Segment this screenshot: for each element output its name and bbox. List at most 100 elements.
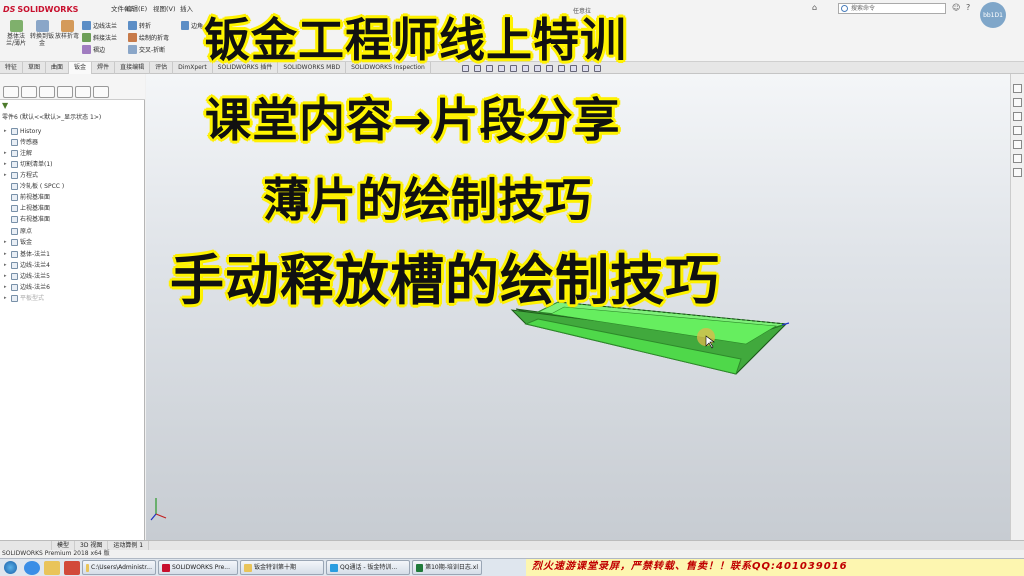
design-library-icon[interactable] (1013, 98, 1022, 107)
corners-button[interactable]: 边角 (181, 19, 203, 31)
search-input[interactable]: 搜索命令 (838, 3, 946, 14)
tree-item-annotations[interactable]: ▸ 注解 (4, 149, 32, 158)
lofted-bend-button[interactable]: 放样折弯 (55, 20, 79, 40)
edge-flange-icon (11, 273, 18, 280)
tree-item-edge-flange-5[interactable]: ▸ 边线-法兰5 (4, 272, 50, 281)
avatar[interactable]: bb1D1 (980, 2, 1006, 28)
expand-icon: ▸ (4, 262, 7, 268)
forum-icon[interactable] (1013, 168, 1022, 177)
taskbar-item-explorer[interactable]: C:\Users\Administr... (82, 560, 156, 575)
taskbar-item-qq[interactable]: QQ通话 - 钣金特训... (326, 560, 410, 575)
appearances-icon[interactable] (1013, 140, 1022, 149)
overlay-title-line4: 手动释放槽的绘制技巧 (170, 249, 720, 312)
dimxpert-icon[interactable] (57, 86, 73, 98)
folder-icon (244, 563, 252, 572)
edge-flange-button[interactable]: 边线法兰 (82, 19, 126, 31)
history-icon (11, 128, 18, 135)
menu-insert[interactable]: 插入 (180, 3, 193, 13)
convert-to-sheetmetal-button[interactable]: 转换到钣金 (30, 20, 54, 47)
logo-text: SOLIDWORKS (17, 4, 79, 14)
filter-icon[interactable]: ▼ (2, 101, 8, 110)
hem-button[interactable]: 褶边 (82, 43, 126, 55)
cross-break-button[interactable]: 交叉-折断 (128, 43, 178, 55)
help-icon[interactable]: ? (966, 3, 970, 12)
taskbar-item-solidworks[interactable]: SOLIDWORKS Pre... (158, 560, 238, 575)
more-icon[interactable] (93, 86, 109, 98)
file-explorer-icon[interactable] (1013, 112, 1022, 121)
tree-item-cut-list[interactable]: ▸ 切割清单(1) (4, 160, 53, 169)
copyright-notice: 烈火速游课堂录屏，严禁转载、售卖！！联系QQ:401039016 (526, 559, 1024, 576)
taskbar-item-excel[interactable]: 第10期-培训日志.xl (412, 560, 482, 575)
folder-icon (86, 563, 90, 572)
tree-root[interactable]: 零件6 (默认<<默认>_显示状态 1>) (2, 112, 101, 121)
base-flange-icon (9, 20, 23, 32)
tree-item-equations[interactable]: ▸ 方程式 (4, 171, 38, 180)
media-icon[interactable] (64, 560, 80, 575)
tab-direct-editing[interactable]: 直接编辑 (115, 62, 151, 74)
configuration-icon[interactable] (39, 86, 55, 98)
hem-icon (82, 44, 91, 54)
explorer-icon[interactable] (44, 560, 60, 575)
expand-icon: ▸ (4, 295, 7, 301)
menu-edit[interactable]: 编辑(E) (125, 3, 147, 13)
home-icon[interactable]: ⌂ (812, 3, 817, 12)
feature-manager-panel: ▼ 零件6 (默认<<默认>_显示状态 1>) ▸ History 传感器 ▸ 注解… (0, 74, 145, 540)
menu-view[interactable]: 视图(V) (153, 3, 176, 13)
property-manager-icon[interactable] (21, 86, 37, 98)
tab-3d-views[interactable]: 3D 视图 (75, 541, 109, 550)
miter-flange-icon (82, 32, 91, 42)
expand-icon: ▸ (4, 161, 7, 167)
user-icon[interactable]: ☺ (952, 3, 960, 12)
tab-features[interactable]: 特征 (0, 62, 24, 74)
expand-icon: ▸ (4, 251, 7, 257)
tab-evaluate[interactable]: 评估 (150, 62, 174, 74)
taskbar-item-sheetmetal[interactable]: 钣金特训第十期 (240, 560, 324, 575)
sketched-bend-button[interactable]: 绘制的折弯 (128, 31, 178, 43)
tree-item-front-plane[interactable]: 前视基准面 (4, 193, 50, 202)
app-logo: DS SOLIDWORKS (3, 2, 83, 16)
base-flange-button[interactable]: 基体法兰/薄片 (4, 20, 28, 47)
tree-item-history[interactable]: ▸ History (4, 127, 41, 136)
qq-icon (330, 563, 338, 572)
nav-arrows[interactable] (0, 541, 52, 550)
tree-item-sensors[interactable]: 传感器 (4, 138, 38, 147)
annotation-icon (11, 150, 18, 157)
tree-item-top-plane[interactable]: 上视基准面 (4, 204, 50, 213)
miter-flange-button[interactable]: 斜接法兰 (82, 31, 126, 43)
tab-sheet-metal[interactable]: 钣金 (69, 62, 93, 74)
model-tabs: 模型 3D 视图 运动算例 1 (0, 540, 1024, 550)
jog-icon (128, 20, 137, 30)
tree-item-material[interactable]: 冷轧板 ( SPCC ) (4, 182, 64, 191)
tab-motion-study[interactable]: 运动算例 1 (108, 541, 150, 550)
tree-item-right-plane[interactable]: 右视基准面 (4, 215, 50, 224)
edge-flange-icon (11, 284, 18, 291)
start-button[interactable] (0, 560, 20, 576)
tree-item-edge-flange-4[interactable]: ▸ 边线-法兰4 (4, 261, 50, 270)
feature-tree-icon[interactable] (3, 86, 19, 98)
expand-icon: ▸ (4, 150, 7, 156)
view-palette-icon[interactable] (1013, 126, 1022, 135)
tree-item-sheet-metal[interactable]: ▸ 钣金 (4, 238, 32, 247)
ie-icon[interactable] (24, 560, 40, 575)
expand-icon: ▸ (4, 172, 7, 178)
tab-weldments[interactable]: 焊件 (92, 62, 116, 74)
jog-button[interactable]: 转折 (128, 19, 178, 31)
task-pane (1010, 74, 1024, 540)
tree-item-edge-flange-6[interactable]: ▸ 边线-法兰6 (4, 283, 50, 292)
tree-item-flat-pattern[interactable]: ▸ 平板型式 (4, 294, 44, 303)
display-manager-icon[interactable] (75, 86, 91, 98)
plane-icon (11, 216, 18, 223)
tree-item-origin[interactable]: 原点 (4, 227, 32, 236)
custom-properties-icon[interactable] (1013, 154, 1022, 163)
corners-icon (181, 20, 189, 30)
tab-surfaces[interactable]: 曲面 (46, 62, 70, 74)
cross-break-icon (128, 44, 137, 54)
expand-icon: ▸ (4, 284, 7, 290)
resources-icon[interactable] (1013, 84, 1022, 93)
status-bar: SOLIDWORKS Premium 2018 x64 版 (0, 550, 1024, 558)
tab-model[interactable]: 模型 (52, 541, 76, 550)
tab-sketch[interactable]: 草图 (23, 62, 47, 74)
tree-item-base-flange[interactable]: ▸ 基体-法兰1 (4, 250, 50, 259)
excel-icon (416, 563, 424, 572)
ribbon-group-1: 边线法兰 斜接法兰 褶边 (82, 19, 126, 55)
